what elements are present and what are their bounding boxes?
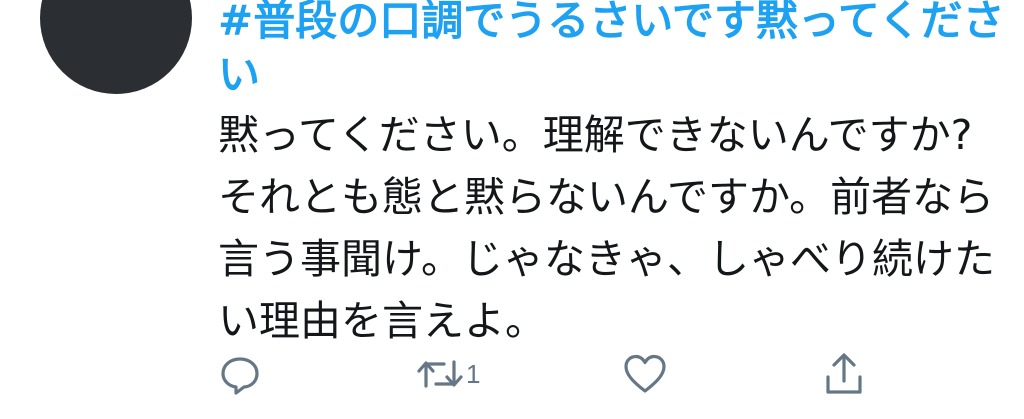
tweet-actions: 1 bbox=[218, 346, 908, 402]
share-button[interactable] bbox=[822, 346, 866, 402]
avatar[interactable] bbox=[40, 0, 192, 94]
heart-icon bbox=[622, 352, 668, 396]
share-icon bbox=[822, 351, 866, 397]
like-button[interactable] bbox=[622, 346, 668, 402]
retweet-button[interactable]: 1 bbox=[416, 346, 480, 402]
reply-button[interactable] bbox=[218, 346, 262, 402]
retweet-count: 1 bbox=[466, 358, 481, 389]
reply-icon bbox=[218, 352, 262, 396]
retweet-icon bbox=[416, 352, 464, 396]
hashtag-link[interactable]: #普段の口調でうるさいです黙ってください bbox=[218, 0, 1008, 102]
tweet-text: 黙ってください。理解できないんですか?それとも態と黙らないんですか。前者なら言う… bbox=[218, 111, 995, 345]
